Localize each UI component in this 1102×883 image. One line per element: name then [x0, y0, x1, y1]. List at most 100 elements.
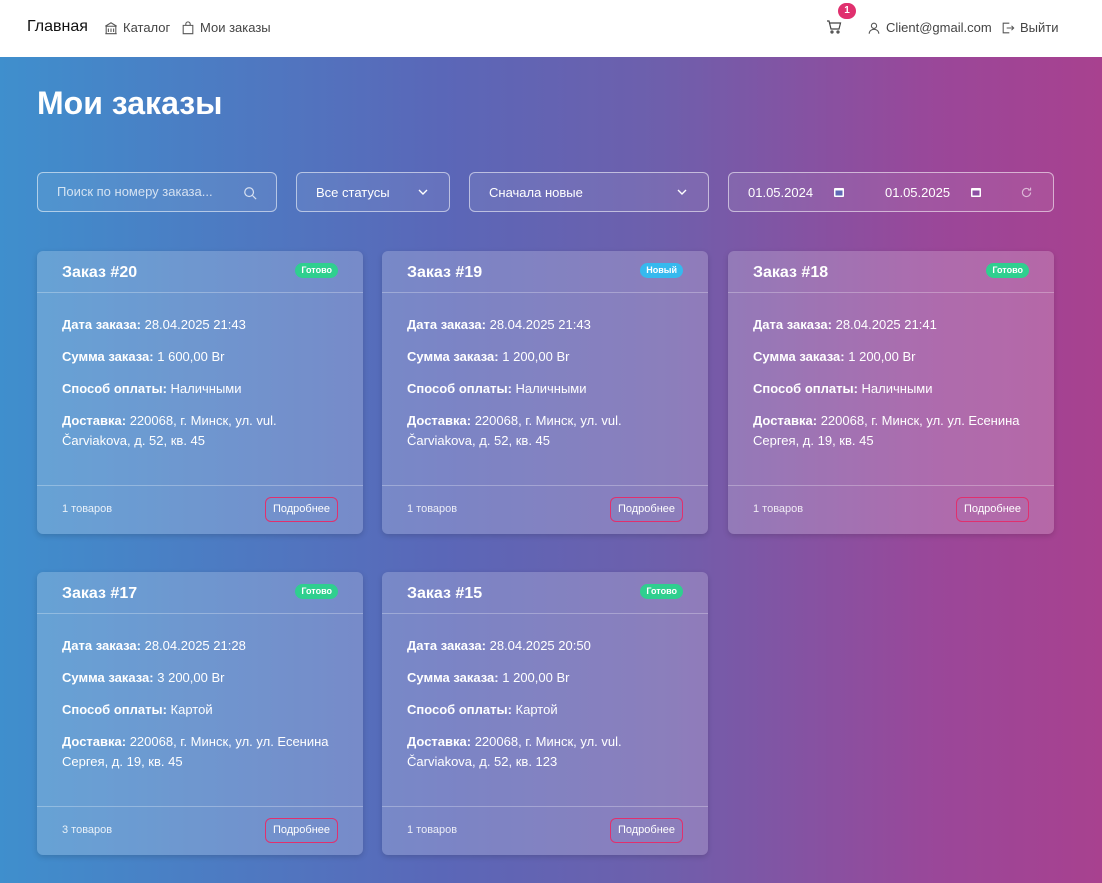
- date-range-filter: 01.05.2024 01.05.2025: [728, 172, 1054, 212]
- card-divider: [37, 485, 363, 486]
- card-divider: [382, 806, 708, 807]
- order-payment-field: Способ оплаты: Наличными: [62, 379, 347, 399]
- page-title: Мои заказы: [37, 85, 223, 121]
- order-sum-value: 1 600,00 Br: [157, 349, 225, 364]
- main-content: Мои заказы Все статусы Сначала новые 01.…: [0, 57, 1102, 883]
- order-card: Заказ #17 Готово Дата заказа: 28.04.2025…: [37, 572, 363, 855]
- calendar-icon[interactable]: [833, 186, 845, 198]
- top-navbar: Главная Каталог Мои заказы 1 Client@gmai…: [0, 0, 1102, 57]
- order-details-button[interactable]: Подробнее: [609, 818, 683, 843]
- brand-link[interactable]: Главная: [27, 18, 88, 36]
- chevron-down-icon: [677, 189, 687, 195]
- order-payment-label: Способ оплаты:: [62, 381, 167, 396]
- order-payment-value: Картой: [170, 702, 213, 717]
- order-details-button[interactable]: Подробнее: [264, 497, 338, 522]
- order-sum-field: Сумма заказа: 1 200,00 Br: [407, 668, 692, 688]
- calendar-icon[interactable]: [970, 186, 982, 198]
- order-status-badge: Готово: [295, 584, 338, 599]
- order-items-count: 1 товаров: [62, 503, 113, 515]
- card-divider: [728, 485, 1054, 486]
- order-sum-value: 1 200,00 Br: [848, 349, 916, 364]
- order-items-count: 1 товаров: [753, 503, 804, 515]
- order-items-count: 1 товаров: [407, 503, 458, 515]
- nav-link-orders[interactable]: Мои заказы: [181, 20, 271, 35]
- order-sum-label: Сумма заказа:: [753, 349, 845, 364]
- order-card: Заказ #19 Новый Дата заказа: 28.04.2025 …: [382, 251, 708, 534]
- order-date-field: Дата заказа: 28.04.2025 21:28: [62, 636, 347, 656]
- reset-icon[interactable]: [1020, 186, 1033, 199]
- order-payment-value: Наличными: [170, 381, 242, 396]
- order-payment-label: Способ оплаты:: [407, 702, 512, 717]
- cart-icon[interactable]: [826, 19, 842, 35]
- order-sum-value: 1 200,00 Br: [502, 349, 570, 364]
- order-delivery-field: Доставка: 220068, г. Минск, ул. vul. Čar…: [62, 411, 347, 451]
- order-delivery-label: Доставка:: [62, 413, 127, 428]
- nav-link-catalog-label: Каталог: [123, 20, 171, 35]
- order-payment-field: Способ оплаты: Картой: [407, 700, 692, 720]
- order-status-badge: Готово: [640, 584, 683, 599]
- order-card: Заказ #20 Готово Дата заказа: 28.04.2025…: [37, 251, 363, 534]
- order-delivery-field: Доставка: 220068, г. Минск, ул. ул. Есен…: [753, 411, 1038, 451]
- order-sum-field: Сумма заказа: 1 200,00 Br: [407, 347, 692, 367]
- user-icon: [868, 22, 880, 34]
- order-delivery-label: Доставка:: [407, 413, 472, 428]
- card-divider: [382, 485, 708, 486]
- user-account-link[interactable]: Client@gmail.com: [867, 20, 992, 35]
- order-date-label: Дата заказа:: [62, 317, 141, 332]
- logout-label: Выйти: [1020, 20, 1059, 35]
- order-payment-value: Наличными: [861, 381, 933, 396]
- order-sum-field: Сумма заказа: 3 200,00 Br: [62, 668, 347, 688]
- logout-link[interactable]: Выйти: [1001, 20, 1059, 35]
- order-sum-value: 1 200,00 Br: [502, 670, 570, 685]
- order-details-button[interactable]: Подробнее: [264, 818, 338, 843]
- sort-value: Сначала новые: [489, 185, 583, 200]
- status-filter-select[interactable]: Все статусы: [296, 172, 450, 212]
- order-date-field: Дата заказа: 28.04.2025 20:50: [407, 636, 692, 656]
- card-divider: [37, 806, 363, 807]
- date-from-input[interactable]: 01.05.2024: [748, 185, 813, 200]
- order-status-badge: Готово: [295, 263, 338, 278]
- card-divider: [728, 292, 1054, 293]
- order-search-box: [37, 172, 277, 212]
- order-date-value: 28.04.2025 20:50: [489, 638, 591, 653]
- card-divider: [382, 613, 708, 614]
- order-delivery-label: Доставка:: [62, 734, 127, 749]
- order-title: Заказ #17: [62, 585, 138, 602]
- order-date-field: Дата заказа: 28.04.2025 21:41: [753, 315, 1038, 335]
- order-date-label: Дата заказа:: [407, 638, 486, 653]
- order-title: Заказ #18: [753, 264, 829, 281]
- card-divider: [37, 613, 363, 614]
- order-payment-field: Способ оплаты: Картой: [62, 700, 347, 720]
- status-filter-value: Все статусы: [316, 185, 390, 200]
- order-date-value: 28.04.2025 21:41: [835, 317, 937, 332]
- order-delivery-field: Доставка: 220068, г. Минск, ул. ул. Есен…: [62, 732, 347, 772]
- order-sum-label: Сумма заказа:: [407, 670, 499, 685]
- user-email: Client@gmail.com: [886, 20, 992, 35]
- sort-select[interactable]: Сначала новые: [469, 172, 709, 212]
- search-icon[interactable]: [243, 186, 257, 200]
- order-date-label: Дата заказа:: [753, 317, 832, 332]
- order-sum-label: Сумма заказа:: [62, 670, 154, 685]
- nav-link-catalog[interactable]: Каталог: [104, 20, 170, 35]
- order-search-input[interactable]: [57, 184, 237, 199]
- order-delivery-field: Доставка: 220068, г. Минск, ул. vul. Čar…: [407, 732, 692, 772]
- order-delivery-label: Доставка:: [753, 413, 818, 428]
- order-payment-label: Способ оплаты:: [407, 381, 512, 396]
- order-date-field: Дата заказа: 28.04.2025 21:43: [62, 315, 347, 335]
- order-delivery-field: Доставка: 220068, г. Минск, ул. vul. Čar…: [407, 411, 692, 451]
- order-title: Заказ #20: [62, 264, 138, 281]
- order-date-value: 28.04.2025 21:28: [144, 638, 246, 653]
- logout-icon: [1002, 22, 1015, 33]
- order-date-field: Дата заказа: 28.04.2025 21:43: [407, 315, 692, 335]
- date-to-input[interactable]: 01.05.2025: [885, 185, 950, 200]
- order-title: Заказ #15: [407, 585, 483, 602]
- order-date-label: Дата заказа:: [62, 638, 141, 653]
- building-icon: [105, 21, 117, 34]
- order-details-button[interactable]: Подробнее: [955, 497, 1029, 522]
- order-sum-label: Сумма заказа:: [407, 349, 499, 364]
- order-details-button[interactable]: Подробнее: [609, 497, 683, 522]
- chevron-down-icon: [418, 189, 428, 195]
- order-sum-field: Сумма заказа: 1 200,00 Br: [753, 347, 1038, 367]
- order-payment-label: Способ оплаты:: [753, 381, 858, 396]
- order-sum-field: Сумма заказа: 1 600,00 Br: [62, 347, 347, 367]
